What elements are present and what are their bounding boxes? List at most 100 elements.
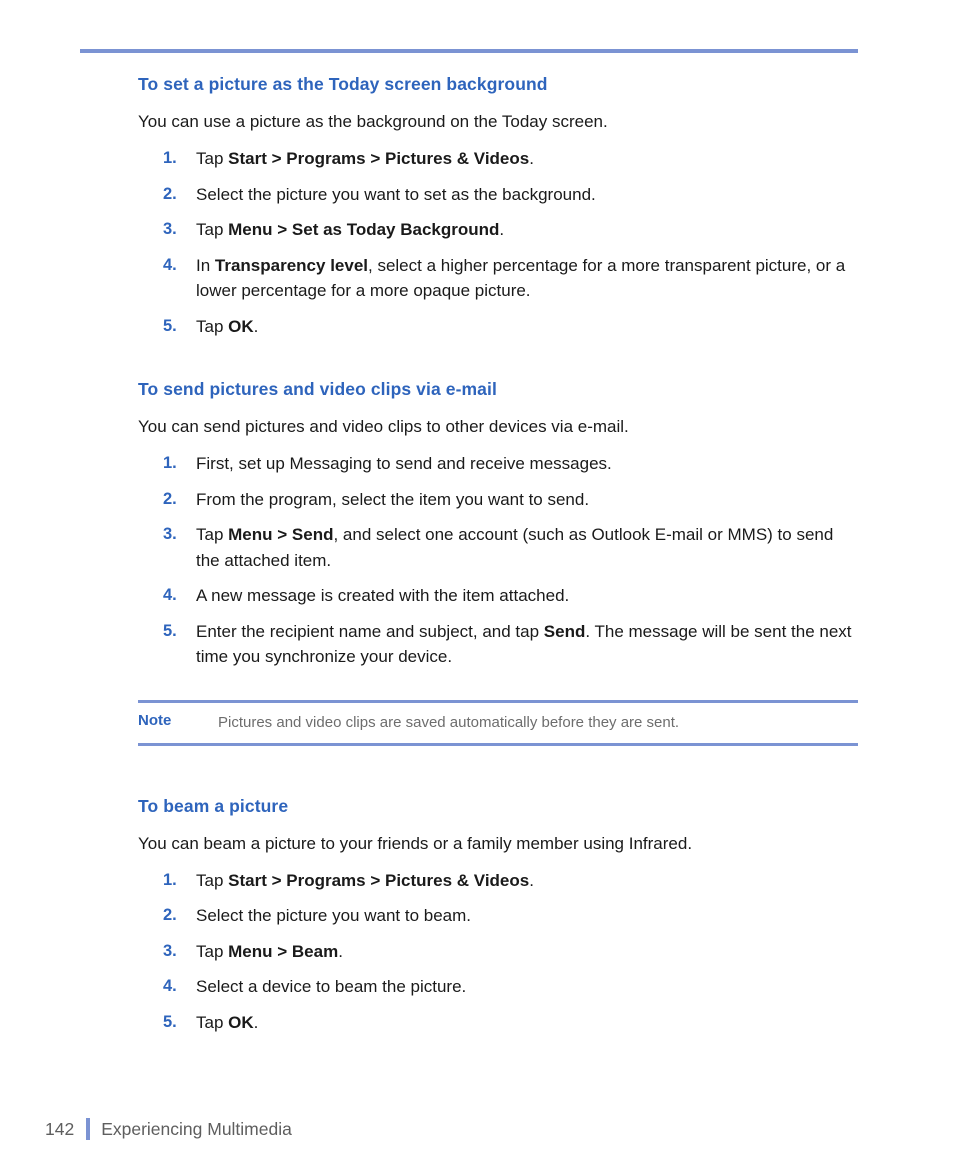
step-item: 1. Tap Start > Programs > Pictures & Vide… — [138, 146, 858, 172]
step-item: 4. A new message is created with the item… — [138, 583, 858, 609]
step-emphasis: Menu > Set as Today Background — [228, 220, 500, 239]
page-number: 142 — [45, 1118, 75, 1139]
section-heading: To beam a picture — [138, 795, 289, 816]
step-item: 4. In Transparency level, select a higher… — [138, 253, 858, 304]
step-emphasis: Send — [543, 621, 586, 641]
step-text-run: Tap — [196, 149, 229, 168]
step-text: From the program, select the item you wa… — [196, 490, 589, 509]
step-text-run: . — [253, 316, 259, 336]
step-number: 5. — [163, 1012, 177, 1031]
step-number: 5. — [163, 316, 177, 335]
step-text-run: . — [529, 870, 534, 890]
step-text: Enter the recipient name and subject, an… — [196, 622, 852, 667]
footer-divider-bar — [86, 1118, 91, 1140]
section-intro-text: You can beam a picture to your friends o… — [138, 833, 693, 853]
step-text-run: In — [196, 255, 215, 275]
step-text: Tap Menu > Beam. — [196, 942, 343, 961]
step-number: 1. — [163, 454, 177, 472]
step-text-run: . — [338, 941, 343, 961]
step-emphasis: Start > Programs > Pictures & Videos — [228, 870, 530, 890]
step-text-run: From the program, select the item you wa… — [196, 489, 590, 509]
top-divider-rule — [80, 49, 858, 53]
note-text: Pictures and video clips are saved autom… — [218, 713, 680, 731]
step-text-run: . — [529, 149, 534, 168]
step-text: Tap Start > Programs > Pictures & Videos… — [196, 871, 534, 890]
step-item: 5. Enter the recipient name and subject, … — [138, 619, 858, 670]
note-label: Note — [138, 711, 172, 729]
step-item: 2. From the program, select the item you … — [138, 487, 858, 513]
step-item: 1. First, set up Messaging to send and re… — [138, 451, 858, 477]
step-number: 1. — [163, 870, 177, 889]
step-number: 1. — [163, 149, 177, 167]
step-text-run: . — [499, 220, 505, 239]
step-text: Select the picture you want to set as th… — [196, 185, 596, 204]
step-text-run: Tap — [196, 1012, 229, 1032]
steps-list: 1. Tap Start > Programs > Pictures & Vide… — [138, 146, 858, 339]
step-number: 2. — [163, 906, 177, 924]
page-content: To set a picture as the Today screen bac… — [138, 74, 858, 1035]
step-number: 3. — [163, 941, 177, 960]
step-text: Tap Start > Programs > Pictures & Videos… — [196, 149, 534, 168]
steps-list: 1. Tap Start > Programs > Pictures & Vide… — [138, 868, 858, 1036]
step-item: 3. Tap Menu > Send, and select one accoun… — [138, 522, 858, 573]
step-text: Select a device to beam the picture. — [196, 977, 466, 996]
step-text-run: Select the picture you want to set as th… — [196, 184, 596, 204]
step-number: 3. — [163, 525, 177, 543]
step-emphasis: Transparency level — [214, 255, 368, 275]
section-heading: To send pictures and video clips via e-m… — [138, 379, 497, 399]
step-text-run: Select the picture you want to beam. — [196, 906, 471, 925]
page-footer: 142 Experiencing Multimedia — [45, 1118, 292, 1140]
step-emphasis: Menu > Send — [228, 525, 334, 544]
note-spacer — [138, 670, 858, 700]
step-emphasis: OK — [228, 1012, 254, 1032]
step-item: 5. Tap OK. — [138, 1010, 858, 1036]
section-send-via-email: To send pictures and video clips via e-m… — [138, 379, 858, 670]
step-text-run: Tap — [196, 316, 229, 336]
section-intro-text: You can send pictures and video clips to… — [138, 417, 629, 436]
step-emphasis: OK — [228, 316, 254, 336]
section-today-background: To set a picture as the Today screen bac… — [138, 74, 858, 339]
step-text-run: . — [253, 1012, 259, 1032]
step-item: 1. Tap Start > Programs > Pictures & Vide… — [138, 868, 858, 894]
note-callout: Note Pictures and video clips are saved a… — [138, 699, 858, 746]
step-item: 3. Tap Menu > Beam. — [138, 939, 858, 965]
step-text: Tap Menu > Send, and select one account … — [196, 525, 833, 570]
chapter-title: Experiencing Multimedia — [101, 1118, 292, 1139]
step-number: 2. — [163, 489, 177, 508]
step-emphasis: Menu > Beam — [228, 941, 339, 961]
step-text: Select the picture you want to beam. — [196, 906, 471, 925]
step-text: Tap OK. — [196, 1013, 258, 1032]
step-number: 4. — [163, 977, 177, 995]
step-item: 5. Tap OK. — [138, 314, 858, 340]
step-text: Tap OK. — [196, 317, 258, 336]
step-item: 3. Tap Menu > Set as Today Background. — [138, 217, 858, 243]
manual-page: To set a picture as the Today screen bac… — [0, 0, 954, 1173]
step-number: 3. — [163, 220, 177, 238]
step-text-run: A new message is created with the item a… — [196, 586, 570, 605]
step-text-run: Tap — [196, 941, 229, 961]
step-text-run: Tap — [196, 525, 229, 544]
step-emphasis: Start > Programs > Pictures & Videos — [228, 149, 530, 168]
step-item: 2. Select the picture you want to beam. — [138, 903, 858, 929]
step-number: 2. — [163, 184, 177, 203]
step-text: First, set up Messaging to send and rece… — [196, 454, 612, 473]
step-number: 5. — [163, 621, 177, 640]
step-text-run: Tap — [196, 870, 229, 890]
steps-list: 1. First, set up Messaging to send and re… — [138, 451, 858, 670]
section-intro-text: You can use a picture as the background … — [138, 112, 608, 131]
step-number: 4. — [163, 586, 177, 604]
step-text-run: Enter the recipient name and subject, an… — [196, 621, 544, 641]
step-text-run: Select a device to beam the picture. — [196, 977, 467, 996]
section-beam-picture: To beam a picture You can beam a picture… — [138, 796, 858, 1036]
step-text-run: First, set up Messaging to send and rece… — [196, 454, 612, 473]
step-item: 2. Select the picture you want to set as … — [138, 182, 858, 208]
step-number: 4. — [163, 255, 177, 274]
step-item: 4. Select a device to beam the picture. — [138, 974, 858, 1000]
step-text-run: Tap — [196, 220, 229, 239]
section-heading: To set a picture as the Today screen bac… — [138, 74, 548, 94]
step-text: A new message is created with the item a… — [196, 586, 569, 605]
step-text: In Transparency level, select a higher p… — [196, 256, 845, 301]
step-text: Tap Menu > Set as Today Background. — [196, 220, 504, 239]
